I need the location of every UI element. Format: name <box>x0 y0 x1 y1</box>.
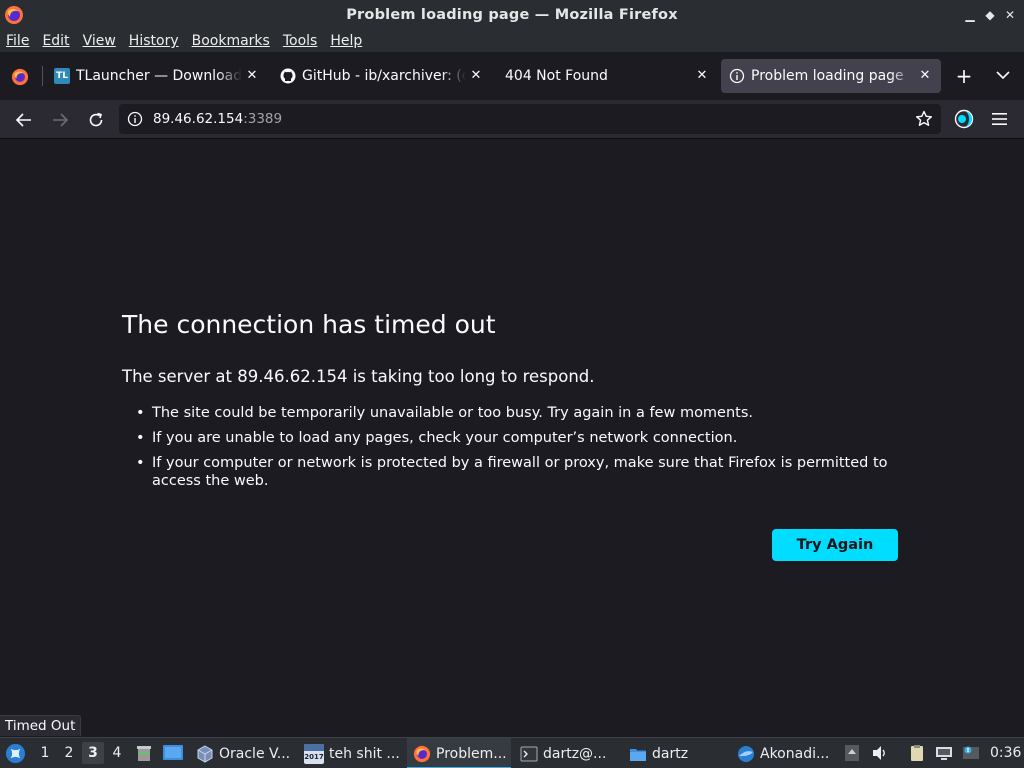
new-tab-icon[interactable]: + <box>955 66 973 86</box>
suggestion-item: If your computer or network is protected… <box>136 454 906 490</box>
show-desktop-icon[interactable] <box>162 743 184 763</box>
close-tab-icon[interactable]: ✕ <box>244 68 260 84</box>
back-arrow-icon <box>15 113 31 127</box>
close-tab-icon[interactable]: ✕ <box>468 68 484 84</box>
desktop-2[interactable]: 2 <box>58 742 80 764</box>
bookmark-star-icon[interactable] <box>915 110 933 128</box>
menu-tools[interactable]: Tools <box>283 33 318 49</box>
error-title: The connection has timed out <box>122 310 496 339</box>
restore-button[interactable]: ◆ <box>982 6 998 24</box>
suggestion-item: The site could be temporarily unavailabl… <box>136 404 906 422</box>
task-label: Problem... <box>436 745 507 762</box>
calendar-app-icon: 2017 <box>304 743 324 764</box>
task-label: teh shit ... <box>329 745 400 762</box>
clock[interactable]: 0:36 <box>990 738 1021 768</box>
error-description: The server at 89.46.62.154 is taking too… <box>122 367 595 386</box>
url-port: :3389 <box>243 111 283 127</box>
tab-github[interactable]: GitHub - ib/xarchiver: (co ✕ <box>272 59 492 93</box>
folder-icon <box>630 748 646 761</box>
desktop-1[interactable]: 1 <box>34 742 56 764</box>
task-oracle-vm[interactable]: Oracle V... <box>196 738 298 768</box>
task-teh-shit[interactable]: 2017 teh shit ... <box>304 738 404 768</box>
navigation-toolbar: 89.46.62.154:3389 <box>0 100 1024 139</box>
task-label: dartz <box>652 745 689 762</box>
try-again-button[interactable]: Try Again <box>772 529 898 561</box>
tab-label: TLauncher — Download Minecraft <box>76 68 242 84</box>
url-bar[interactable]: 89.46.62.154:3389 <box>119 104 941 134</box>
info-icon <box>729 68 745 84</box>
volume-icon[interactable] <box>871 744 889 762</box>
task-label: Oracle V... <box>219 745 291 762</box>
tab-404[interactable]: 404 Not Found ✕ <box>498 59 718 93</box>
tab-label: Problem loading page <box>751 68 904 84</box>
close-window-button[interactable]: ✕ <box>1002 6 1018 24</box>
back-button[interactable] <box>11 107 37 133</box>
application-launcher-icon[interactable] <box>5 743 26 764</box>
status-panel: Timed Out <box>0 715 82 736</box>
taskbar: 1 2 3 4 Oracle V... 2017 teh shit ... Pr… <box>0 737 1024 768</box>
firefox-icon <box>413 745 431 762</box>
tab-label: 404 Not Found <box>505 68 608 84</box>
virtualbox-icon <box>197 744 213 763</box>
forward-arrow-icon <box>53 113 69 127</box>
network-icon[interactable] <box>935 744 953 762</box>
firefox-icon <box>5 6 23 24</box>
reload-icon <box>89 112 103 127</box>
github-icon <box>280 68 296 84</box>
menu-file[interactable]: File <box>6 33 29 49</box>
suggestion-item: If you are unable to load any pages, che… <box>136 429 906 447</box>
site-info-icon[interactable] <box>127 111 143 127</box>
task-akonadi[interactable]: Akonadi... <box>737 738 837 768</box>
tlauncher-icon: TL <box>54 68 70 84</box>
page-content: The connection has timed out The server … <box>0 140 1024 716</box>
tab-strip: TL TLauncher — Download Minecraft ✕ GitH… <box>0 52 1024 100</box>
menu-history[interactable]: History <box>129 33 179 49</box>
menu-edit[interactable]: Edit <box>42 33 69 49</box>
desktop-4[interactable]: 4 <box>106 742 128 764</box>
terminal-icon <box>520 746 538 761</box>
chevron-down-icon[interactable] <box>996 70 1010 80</box>
menu-help[interactable]: Help <box>330 33 362 49</box>
calendar-header <box>304 743 324 751</box>
window-title: Problem loading page — Mozilla Firefox <box>346 7 678 23</box>
trash-icon[interactable] <box>134 743 154 763</box>
tab-label: GitHub - ib/xarchiver: (co <box>302 68 466 84</box>
window-titlebar[interactable]: Problem loading page — Mozilla Firefox ▁… <box>0 0 1024 30</box>
task-firefox[interactable]: Problem... <box>407 738 511 768</box>
calendar-year: 2017 <box>304 752 324 761</box>
clipboard-icon[interactable] <box>908 744 926 762</box>
url-text[interactable]: 89.46.62.154:3389 <box>153 111 282 127</box>
firefox-view-icon[interactable] <box>11 68 29 86</box>
tab-problem-loading[interactable]: Problem loading page ✕ <box>721 59 941 93</box>
minimize-button[interactable]: ▁ <box>962 6 978 24</box>
close-tab-icon[interactable]: ✕ <box>694 68 710 84</box>
account-icon[interactable] <box>954 109 974 129</box>
tray-expand-icon[interactable] <box>843 744 861 762</box>
task-label: Akonadi... <box>760 745 830 762</box>
task-terminal[interactable]: dartz@... <box>520 738 620 768</box>
tab-separator <box>42 66 43 86</box>
forward-button[interactable] <box>47 107 73 133</box>
hamburger-menu-icon[interactable] <box>992 112 1007 126</box>
desktop-3[interactable]: 3 <box>82 742 104 764</box>
tab-tlauncher[interactable]: TL TLauncher — Download Minecraft ✕ <box>48 59 268 93</box>
menu-bookmarks[interactable]: Bookmarks <box>192 33 270 49</box>
task-dartz-folder[interactable]: dartz <box>629 738 729 768</box>
error-suggestions: The site could be temporarily unavailabl… <box>136 404 906 497</box>
task-label: dartz@... <box>543 745 607 762</box>
reload-button[interactable] <box>83 107 109 133</box>
akonadi-icon <box>738 745 754 762</box>
notifications-icon[interactable] <box>962 744 980 762</box>
menu-view[interactable]: View <box>83 33 116 49</box>
menu-bar: File Edit View History Bookmarks Tools H… <box>0 30 1024 52</box>
close-tab-icon[interactable]: ✕ <box>917 68 933 84</box>
